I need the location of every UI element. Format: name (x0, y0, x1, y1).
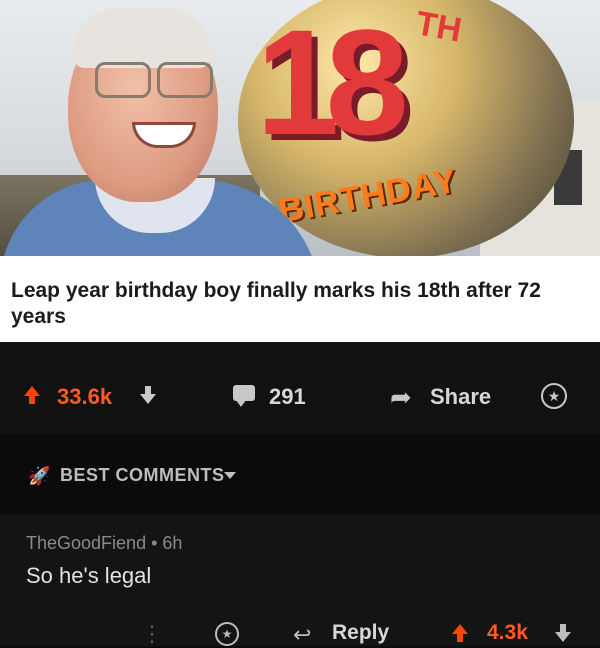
meta-separator: • (151, 533, 158, 553)
rocket-icon: 🚀 (28, 466, 51, 486)
glasses (95, 62, 213, 98)
share-icon[interactable]: ➦ (390, 382, 412, 413)
downvote-icon[interactable] (555, 632, 571, 642)
downvote-icon[interactable] (140, 394, 156, 404)
comment-score: 4.3k (487, 621, 528, 644)
post-image[interactable]: 18 TH BIRTHDAY (0, 0, 600, 256)
comment-count[interactable]: 291 (269, 384, 306, 410)
person-hair (72, 8, 212, 68)
award-icon[interactable]: ★ (215, 622, 239, 646)
balloon-number: 18 (256, 0, 409, 166)
comment-body: So he's legal (26, 563, 152, 588)
upvote-icon-stem[interactable] (29, 395, 35, 404)
balloon-suffix: TH (413, 4, 465, 50)
share-button[interactable]: Share (430, 384, 491, 410)
sort-dropdown[interactable]: BEST COMMENTS (60, 465, 225, 486)
birthday-balloon: 18 TH BIRTHDAY (238, 0, 574, 256)
balloon-text: BIRTHDAY (275, 161, 461, 231)
award-icon[interactable]: ★ (541, 383, 567, 409)
comment-author[interactable]: TheGoodFiend (26, 533, 146, 553)
upvote-icon-stem[interactable] (457, 633, 463, 642)
reply-button[interactable]: Reply (332, 621, 389, 645)
comment-time: 6h (162, 533, 183, 553)
post-score: 33.6k (57, 384, 113, 409)
more-options-icon[interactable]: ⋮ (141, 621, 163, 647)
comment-icon[interactable] (233, 385, 255, 407)
comment-meta: TheGoodFiend • 6h (26, 533, 182, 554)
headline-card[interactable]: Leap year birthday boy finally marks his… (0, 256, 600, 342)
chevron-down-icon[interactable] (224, 472, 236, 479)
reply-icon[interactable]: ↩ (293, 622, 311, 648)
post-title: Leap year birthday boy finally marks his… (11, 279, 541, 328)
